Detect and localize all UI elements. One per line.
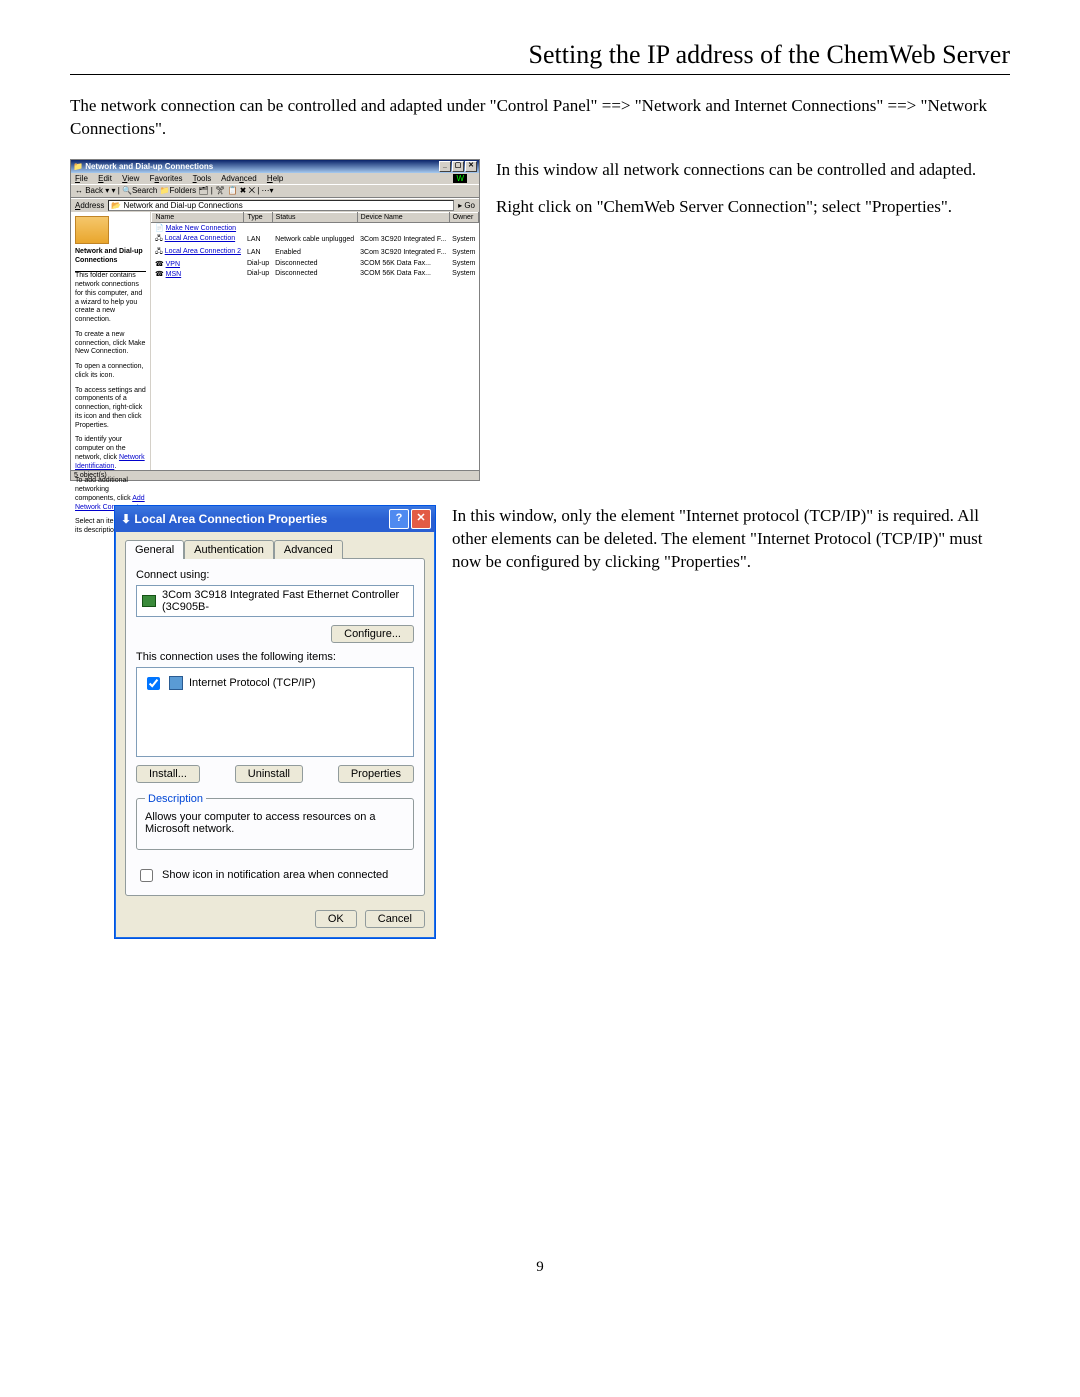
tcpip-checkbox[interactable]: [147, 677, 160, 690]
list-item[interactable]: 🖧 Local Area Connection 2LANEnabled3Com …: [152, 246, 479, 259]
list-item[interactable]: 🖧 Local Area ConnectionLANNetwork cable …: [152, 233, 479, 246]
maximize-button[interactable]: ▢: [452, 161, 464, 172]
show-icon-row[interactable]: Show icon in notification area when conn…: [136, 866, 414, 885]
menu-view[interactable]: View: [122, 174, 139, 183]
menu-help[interactable]: Help: [267, 174, 283, 183]
description-group: Description Allows your computer to acce…: [136, 793, 414, 850]
description-legend: Description: [145, 793, 206, 805]
tab-general[interactable]: General: [125, 540, 184, 559]
help-button[interactable]: ?: [389, 509, 409, 529]
uses-items-label: This connection uses the following items…: [136, 651, 414, 663]
sidebar-panel: Network and Dial-up Connections This fol…: [71, 212, 151, 470]
address-label: Address: [75, 201, 104, 210]
side1-p1: In this window all network connections c…: [496, 159, 1010, 182]
configure-button[interactable]: Configure...: [331, 625, 414, 643]
window-titlebar[interactable]: 📁 Network and Dial-up Connections _ ▢ ✕: [71, 160, 479, 173]
toolbar[interactable]: ↔ Back ▾ ▾ | 🔍Search 📁Folders 🗂 | ✂ 📋 ✖ …: [71, 184, 479, 198]
item-label: Internet Protocol (TCP/IP): [189, 677, 316, 689]
minimize-button[interactable]: _: [439, 161, 451, 172]
menu-tools[interactable]: Tools: [193, 174, 212, 183]
col-type[interactable]: Type: [244, 212, 272, 222]
protocol-icon: [169, 676, 183, 690]
address-bar[interactable]: Address 📂 Network and Dial-up Connection…: [71, 198, 479, 212]
lan-properties-dialog: ⬇ Local Area Connection Properties ? ✕ G…: [114, 505, 436, 939]
network-icon: ⬇: [121, 512, 131, 526]
uninstall-button[interactable]: Uninstall: [235, 765, 303, 783]
col-owner[interactable]: Owner: [449, 212, 478, 222]
sidebar-p1: This folder contains network connections…: [75, 272, 146, 325]
network-connections-window: 📁 Network and Dial-up Connections _ ▢ ✕ …: [70, 159, 480, 481]
page-number: 9: [70, 1259, 1010, 1276]
menu-favorites[interactable]: Favorites: [150, 174, 183, 183]
connect-using-label: Connect using:: [136, 569, 414, 581]
sidebar-p2: To create a new connection, click Make N…: [75, 331, 146, 357]
install-button[interactable]: Install...: [136, 765, 200, 783]
adapter-name: 3Com 3C918 Integrated Fast Ethernet Cont…: [162, 589, 408, 613]
dialog-titlebar[interactable]: ⬇ Local Area Connection Properties ? ✕: [115, 506, 435, 532]
sidebar-p4: To access settings and components of a c…: [75, 387, 146, 431]
side2-p1: In this window, only the element "Intern…: [452, 505, 1010, 574]
menu-edit[interactable]: Edit: [98, 174, 112, 183]
side1-p2: Right click on "ChemWeb Server Connectio…: [496, 196, 1010, 219]
list-item[interactable]: Internet Protocol (TCP/IP): [143, 674, 407, 693]
cancel-button[interactable]: Cancel: [365, 910, 425, 928]
list-item[interactable]: 📄 Make New Connection: [152, 222, 479, 233]
tab-advanced[interactable]: Advanced: [274, 540, 343, 559]
col-name[interactable]: Name: [152, 212, 244, 222]
adapter-field[interactable]: 3Com 3C918 Integrated Fast Ethernet Cont…: [136, 585, 414, 617]
description-text: Allows your computer to access resources…: [145, 811, 405, 835]
sidebar-p5: To identify your computer on the network…: [75, 436, 146, 471]
sidebar-p3: To open a connection, click its icon.: [75, 363, 146, 381]
page-title: Setting the IP address of the ChemWeb Se…: [70, 40, 1010, 75]
go-button[interactable]: ▸ Go: [458, 201, 475, 210]
col-status[interactable]: Status: [272, 212, 357, 222]
address-field[interactable]: 📂 Network and Dial-up Connections: [108, 200, 454, 211]
show-icon-checkbox[interactable]: [140, 869, 153, 882]
close-button[interactable]: ✕: [465, 161, 477, 172]
menu-file[interactable]: File: [75, 174, 88, 183]
properties-button[interactable]: Properties: [338, 765, 414, 783]
connections-list[interactable]: Name Type Status Device Name Owner 📄 Mak…: [151, 212, 479, 470]
folder-icon: [75, 216, 109, 244]
sidebar-heading: Network and Dial-up Connections: [75, 248, 146, 266]
brand-badge: W: [453, 174, 467, 183]
menu-advanced[interactable]: Advanced: [221, 174, 257, 183]
show-icon-label: Show icon in notification area when conn…: [162, 869, 388, 881]
intro-paragraph: The network connection can be controlled…: [70, 95, 1010, 141]
list-item[interactable]: ☎ MSNDial-upDisconnected3COM 56K Data Fa…: [152, 269, 479, 279]
close-button[interactable]: ✕: [411, 509, 431, 529]
ok-button[interactable]: OK: [315, 910, 357, 928]
window-title: 📁 Network and Dial-up Connections: [73, 162, 213, 171]
col-device[interactable]: Device Name: [357, 212, 449, 222]
list-item[interactable]: ☎ VPNDial-upDisconnected3COM 56K Data Fa…: [152, 259, 479, 269]
tab-authentication[interactable]: Authentication: [184, 540, 274, 559]
dialog-title: Local Area Connection Properties: [134, 512, 327, 526]
items-listbox[interactable]: Internet Protocol (TCP/IP): [136, 667, 414, 757]
menu-bar[interactable]: File Edit View Favorites Tools Advanced …: [71, 173, 479, 184]
nic-icon: [142, 595, 156, 607]
